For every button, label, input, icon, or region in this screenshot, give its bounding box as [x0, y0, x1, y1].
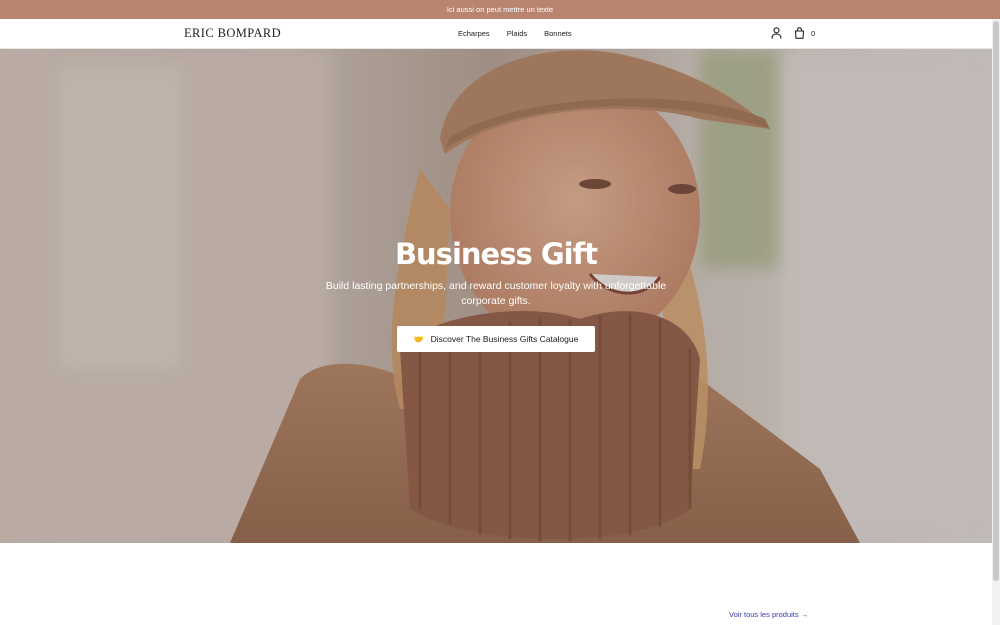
shopping-bag-icon — [794, 27, 805, 39]
discover-catalogue-button[interactable]: 🤝 Discover The Business Gifts Catalogue — [396, 326, 596, 352]
nav-item-echarpes[interactable]: Echarpes — [458, 29, 490, 38]
hero-content: Business Gift Build lasting partnerships… — [0, 237, 992, 352]
scrollbar-thumb[interactable] — [993, 21, 999, 581]
hero-title: Business Gift — [394, 237, 598, 271]
view-all-products-link[interactable]: Voir tous les produits → — [729, 610, 808, 619]
brand-logo[interactable]: ERIC BOMPARD — [184, 26, 281, 41]
cart-button[interactable]: 0 — [794, 27, 815, 39]
hero-subtitle: Build lasting partnerships, and reward c… — [325, 280, 667, 307]
header-actions: 0 — [771, 27, 815, 39]
announcement-bar: Ici aussi on peut mettre un texte — [0, 0, 1000, 19]
main-nav: Echarpes Plaids Bonnets — [458, 29, 572, 38]
page-scrollbar[interactable] — [992, 19, 1000, 625]
site-header: ERIC BOMPARD Echarpes Plaids Bonnets 0 — [0, 19, 992, 49]
handshake-icon: 🤝 — [413, 334, 424, 344]
nav-item-plaids[interactable]: Plaids — [507, 29, 527, 38]
announcement-text: Ici aussi on peut mettre un texte — [446, 5, 554, 14]
cart-count: 0 — [811, 28, 816, 38]
hero-banner: Business Gift Build lasting partnerships… — [0, 49, 992, 543]
nav-item-bonnets[interactable]: Bonnets — [544, 29, 572, 38]
user-icon[interactable] — [771, 27, 782, 39]
discover-catalogue-label: Discover The Business Gifts Catalogue — [430, 334, 579, 344]
